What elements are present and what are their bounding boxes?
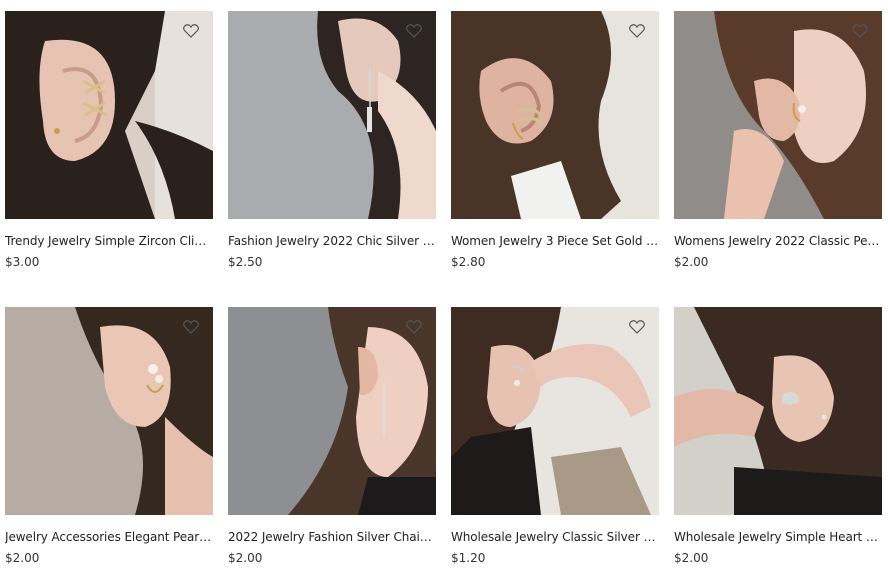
heart-outline-icon[interactable] xyxy=(183,24,199,38)
product-price: $2.50 xyxy=(228,255,263,269)
product-photo xyxy=(5,11,213,219)
product-card[interactable]: Wholesale Jewelry Classic Silver Cuff Ea… xyxy=(451,307,659,566)
product-photo xyxy=(5,307,213,515)
product-image[interactable] xyxy=(228,307,436,515)
heart-outline-icon[interactable] xyxy=(629,320,645,334)
product-grid: Trendy Jewelry Simple Zircon Clip Ear Cu… xyxy=(0,0,888,580)
product-price: $2.00 xyxy=(228,551,263,565)
heart-outline-icon[interactable] xyxy=(629,24,645,38)
product-price: $2.00 xyxy=(674,255,709,269)
product-photo xyxy=(228,11,436,219)
product-image[interactable] xyxy=(5,307,213,515)
product-title[interactable]: Fashion Jewelry 2022 Chic Silver Chain E… xyxy=(228,233,436,249)
product-title[interactable]: Women Jewelry 3 Piece Set Gold Clip Earr… xyxy=(451,233,659,249)
heart-outline-icon[interactable] xyxy=(852,24,868,38)
heart-outline-icon[interactable] xyxy=(183,320,199,334)
product-title[interactable]: Wholesale Jewelry Simple Heart Cuff Earr… xyxy=(674,529,882,545)
product-title[interactable]: 2022 Jewelry Fashion Silver Chain Earrin… xyxy=(228,529,436,545)
product-card[interactable]: 2022 Jewelry Fashion Silver Chain Earrin… xyxy=(228,307,436,566)
product-photo xyxy=(674,11,882,219)
product-image[interactable] xyxy=(228,11,436,219)
product-image[interactable] xyxy=(451,11,659,219)
product-card[interactable]: Womens Jewelry 2022 Classic Pearl Earrin… xyxy=(674,11,882,270)
product-title[interactable]: Jewelry Accessories Elegant Pearl Earrin… xyxy=(5,529,213,545)
product-image[interactable] xyxy=(674,11,882,219)
heart-outline-icon[interactable] xyxy=(406,320,422,334)
product-title[interactable]: Trendy Jewelry Simple Zircon Clip Ear Cu… xyxy=(5,233,213,249)
product-title[interactable]: Womens Jewelry 2022 Classic Pearl Earrin… xyxy=(674,233,882,249)
product-photo xyxy=(451,307,659,515)
product-card[interactable]: Trendy Jewelry Simple Zircon Clip Ear Cu… xyxy=(5,11,213,270)
product-price: $2.00 xyxy=(674,551,709,565)
product-photo xyxy=(674,307,882,515)
product-card[interactable]: Women Jewelry 3 Piece Set Gold Clip Earr… xyxy=(451,11,659,270)
product-image[interactable] xyxy=(451,307,659,515)
product-title[interactable]: Wholesale Jewelry Classic Silver Cuff Ea… xyxy=(451,529,659,545)
product-card[interactable]: Wholesale Jewelry Simple Heart Cuff Earr… xyxy=(674,307,882,566)
product-image[interactable] xyxy=(5,11,213,219)
product-price: $3.00 xyxy=(5,255,40,269)
product-photo xyxy=(451,11,659,219)
product-price: $1.20 xyxy=(451,551,486,565)
product-price: $2.80 xyxy=(451,255,486,269)
product-image[interactable] xyxy=(674,307,882,515)
product-card[interactable]: Jewelry Accessories Elegant Pearl Earrin… xyxy=(5,307,213,566)
heart-outline-icon[interactable] xyxy=(406,24,422,38)
product-photo xyxy=(228,307,436,515)
product-price: $2.00 xyxy=(5,551,40,565)
product-card[interactable]: Fashion Jewelry 2022 Chic Silver Chain E… xyxy=(228,11,436,270)
